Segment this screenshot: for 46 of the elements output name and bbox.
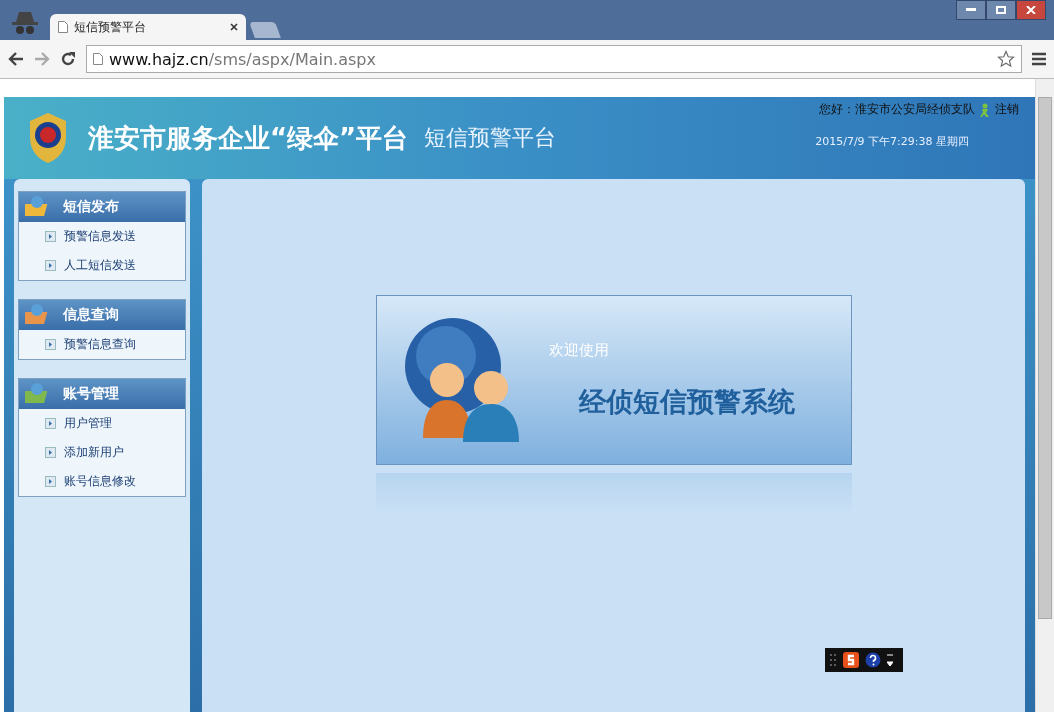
section-title: 信息查询	[63, 306, 119, 324]
close-button[interactable]	[1016, 0, 1046, 20]
reload-icon[interactable]	[60, 51, 76, 67]
close-icon	[1026, 6, 1036, 14]
bullet-icon	[45, 476, 56, 487]
page-icon	[93, 53, 103, 65]
menu-icon[interactable]	[1032, 52, 1046, 66]
bullet-icon	[45, 418, 56, 429]
section-title: 短信发布	[63, 198, 119, 216]
menu-item[interactable]: 预警信息发送	[19, 222, 185, 251]
person-icon	[979, 102, 991, 117]
system-name: 经侦短信预警系统	[578, 384, 795, 419]
ime-logo-icon[interactable]	[843, 652, 859, 668]
url-text: www.hajz.cn/sms/aspx/Main.aspx	[109, 49, 376, 69]
date-time: 2015/7/9 下午7:29:38 星期四	[815, 134, 969, 149]
bullet-icon	[45, 339, 56, 350]
help-icon[interactable]	[865, 652, 881, 668]
star-icon[interactable]	[997, 50, 1015, 68]
close-icon[interactable]	[230, 23, 238, 31]
minimize-icon	[966, 8, 976, 12]
bullet-icon	[45, 231, 56, 242]
grip-icon	[829, 653, 837, 667]
new-tab-button[interactable]	[249, 22, 281, 38]
section-title: 账号管理	[63, 385, 119, 403]
scrollbar-thumb[interactable]	[1038, 97, 1052, 619]
menu-item[interactable]: 账号信息修改	[19, 467, 185, 496]
maximize-button[interactable]	[986, 0, 1016, 20]
site-subtitle: 短信预警平台	[424, 124, 557, 152]
greeting-text: 您好：淮安市公安局经侦支队	[819, 101, 975, 118]
page-icon	[58, 21, 68, 33]
bullet-icon	[45, 260, 56, 271]
menu-item[interactable]: 添加新用户	[19, 438, 185, 467]
address-bar[interactable]: www.hajz.cn/sms/aspx/Main.aspx	[86, 45, 1022, 73]
maximize-icon	[996, 6, 1006, 14]
menu-item[interactable]: 人工短信发送	[19, 251, 185, 280]
back-icon[interactable]	[8, 52, 24, 66]
menu-item[interactable]: 预警信息查询	[19, 330, 185, 359]
bullet-icon	[45, 447, 56, 458]
welcome-text: 欢迎使用	[548, 340, 610, 360]
logout-link[interactable]: 注销	[995, 101, 1019, 118]
browser-tab[interactable]: 短信预警平台	[50, 14, 246, 40]
minimize-button[interactable]	[956, 0, 986, 20]
expand-icon[interactable]	[887, 653, 893, 667]
site-title: 淮安市服务企业“绿伞”平台	[88, 121, 409, 155]
menu-item[interactable]: 用户管理	[19, 409, 185, 438]
incognito-icon	[10, 10, 40, 36]
